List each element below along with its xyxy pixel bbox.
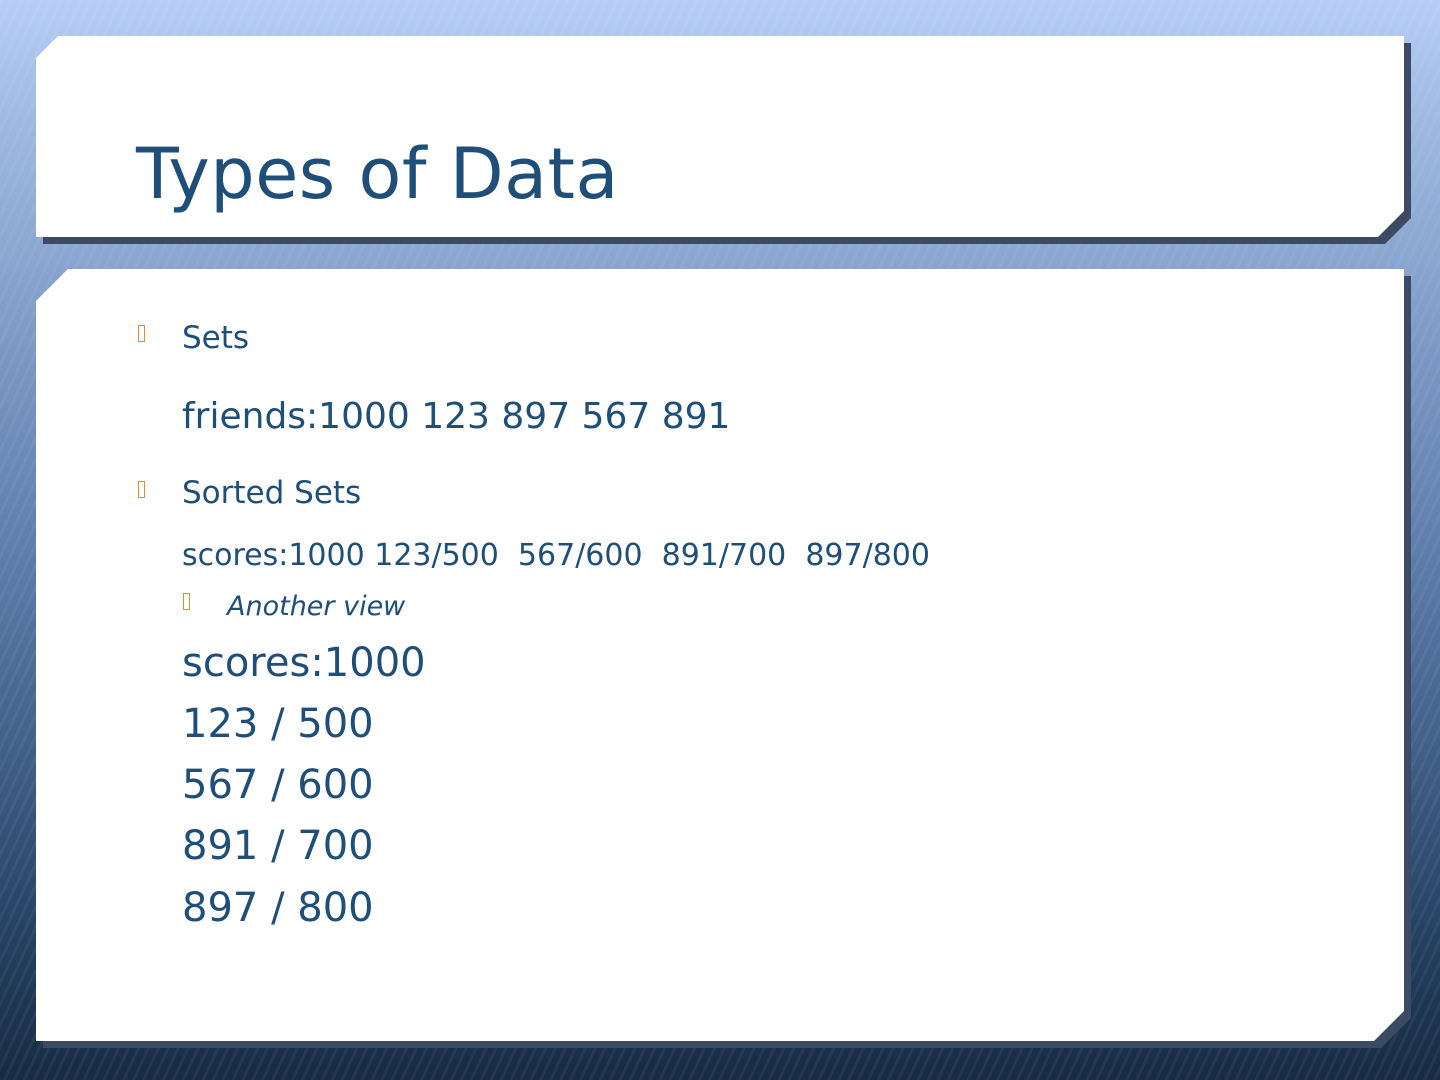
content-panel: Sets friends:1000 123 897 567 891 Sorted… [36,269,1404,1041]
bullet-icon [138,481,145,498]
sets-example: friends:1000 123 897 567 891 [182,396,731,437]
view-line: 123 / 500 [182,701,374,747]
sub-bullet-icon [183,593,190,610]
slide-title: Types of Data [136,133,619,215]
sorted-sets-example: scores:1000 123/500 567/600 891/700 897/… [182,538,930,573]
sub-bullet-another-view: Another view [227,591,406,622]
view-line: 897 / 800 [182,885,374,931]
bullet-label-sets: Sets [182,320,250,356]
view-line: 567 / 600 [182,762,374,808]
bullet-icon [138,325,145,342]
bullet-label-sorted-sets: Sorted Sets [182,475,362,511]
view-line: 891 / 700 [182,823,374,869]
view-line: scores:1000 [182,640,426,686]
title-panel: Types of Data [36,36,1404,237]
